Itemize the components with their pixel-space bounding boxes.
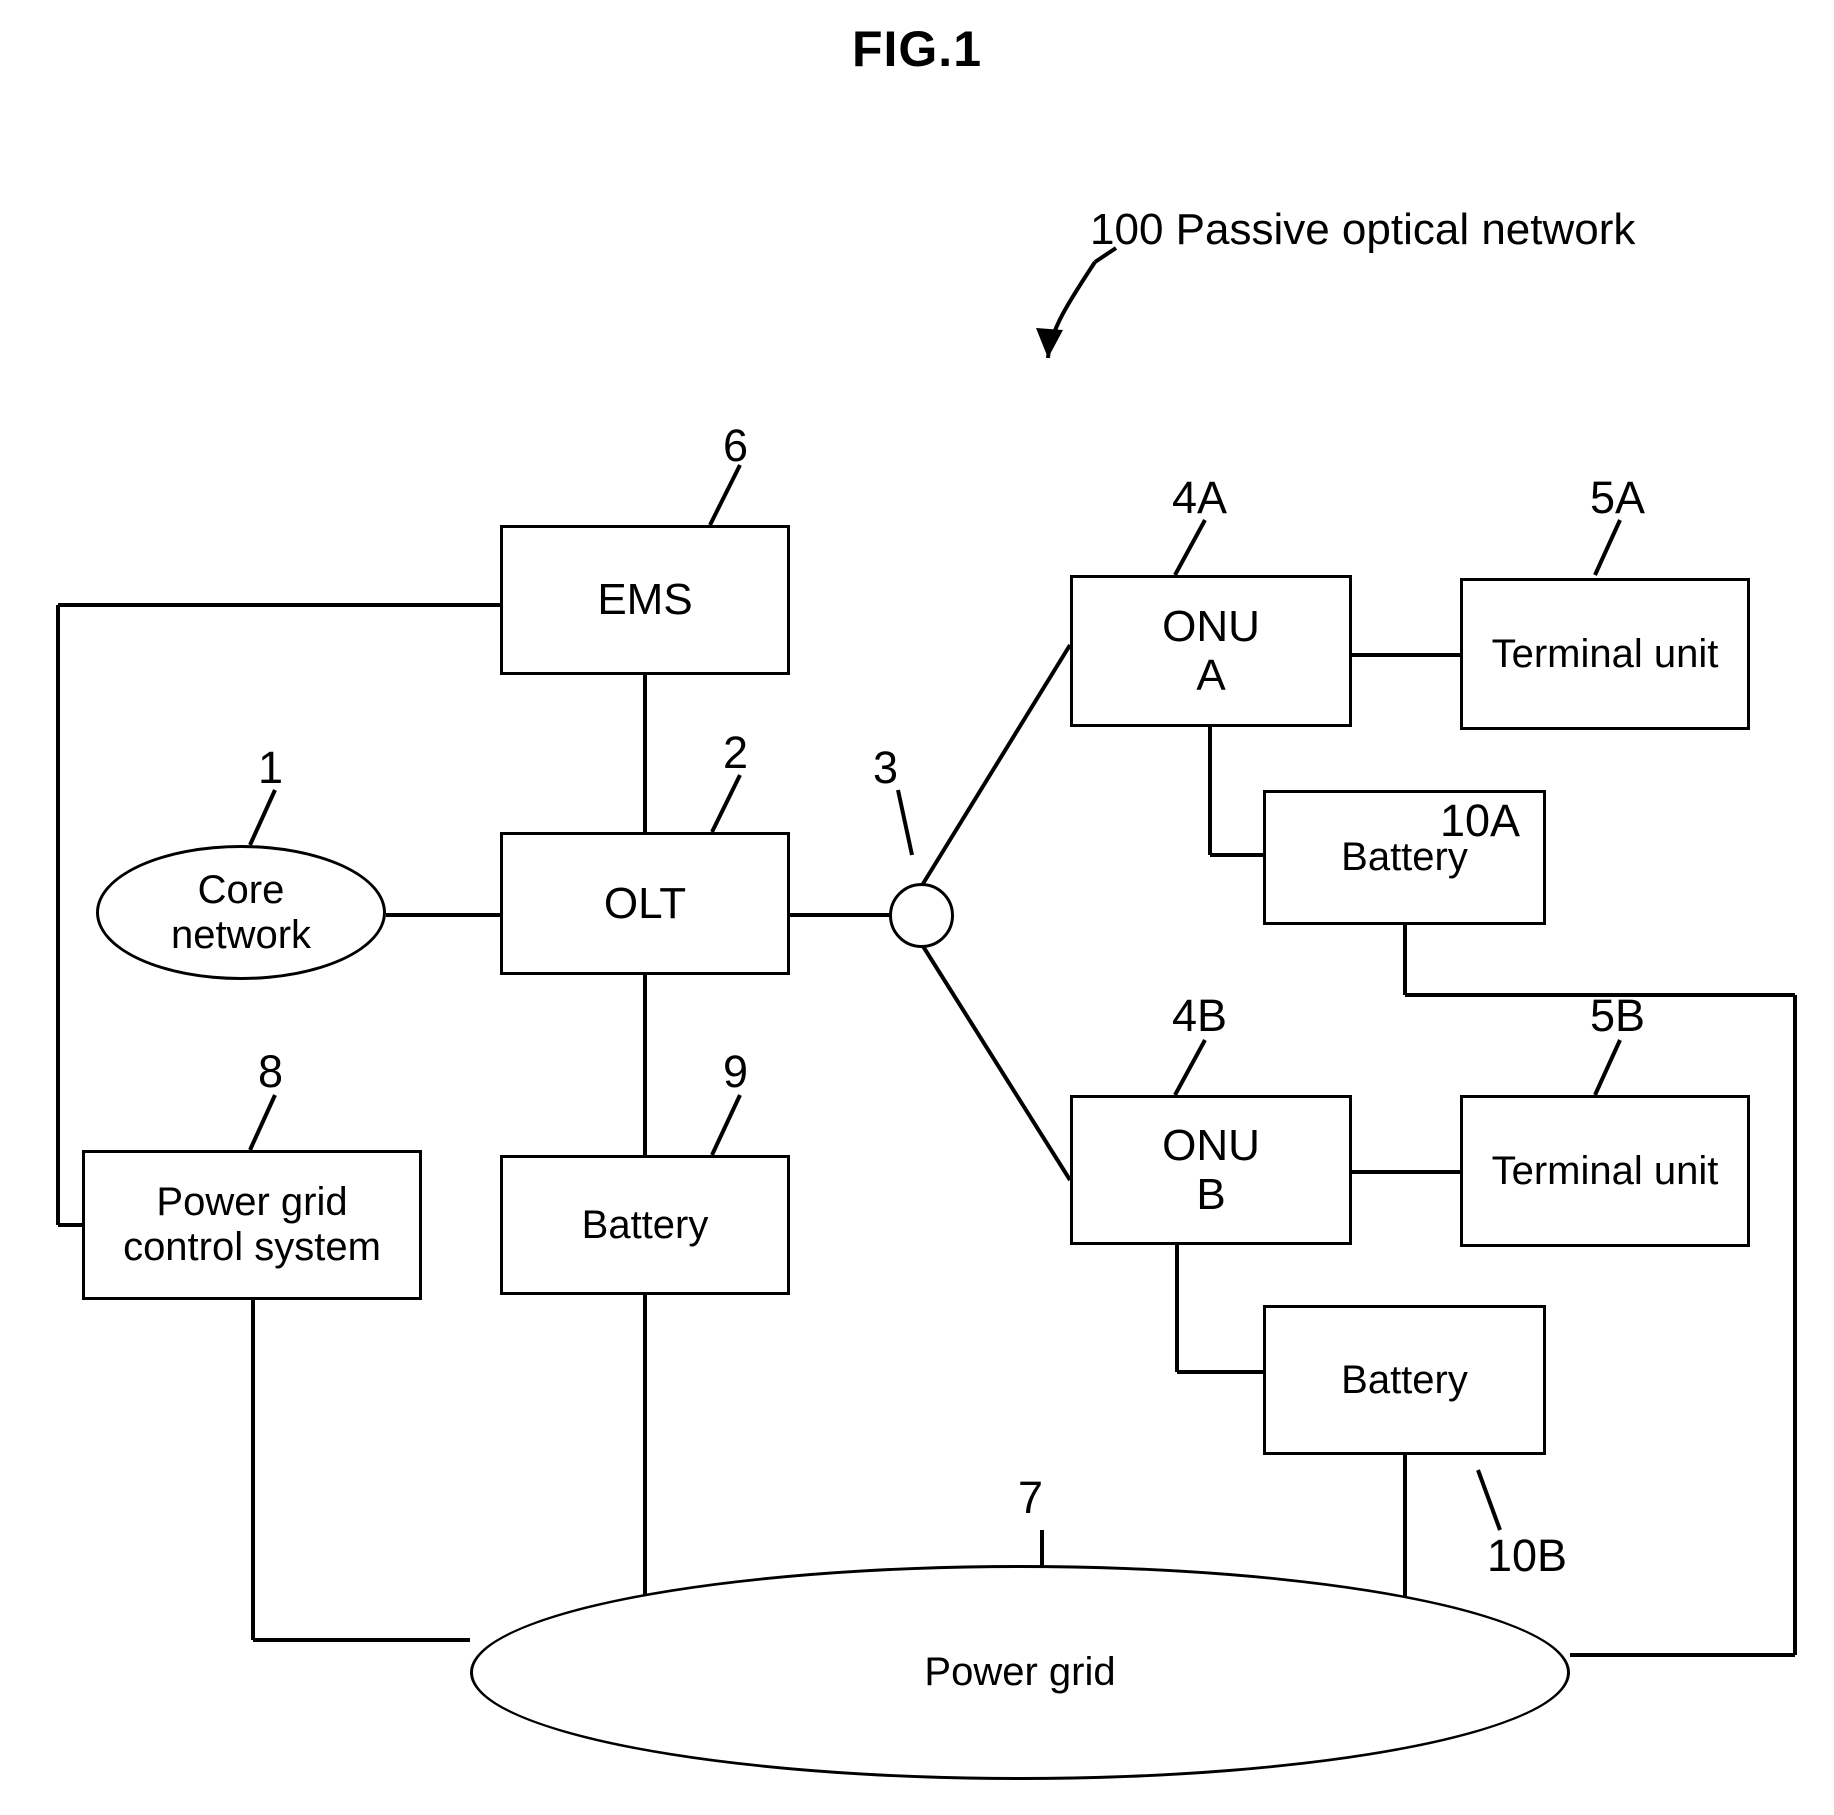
node-ems-label: EMS [597,575,693,625]
ref-battery-onu-b: 10B [1487,1530,1568,1581]
node-battery-onu-b-label: Battery [1341,1357,1468,1402]
node-battery-olt-label: Battery [581,1202,709,1247]
node-terminal-unit-a: Terminal unit [1460,578,1750,730]
node-olt: OLT [500,832,790,975]
node-core-network-label: Core network [170,867,312,957]
node-onu-b: ONU B [1070,1095,1352,1245]
node-ems: EMS [500,525,790,675]
node-battery-onu-b: Battery [1263,1305,1546,1455]
ref-ems: 6 [723,420,749,471]
node-olt-label: OLT [603,878,687,928]
node-core-network: Core network [96,845,386,980]
ref-onu-a: 4A [1172,472,1228,523]
ref-core-network: 1 [258,742,284,793]
ref-battery-olt: 9 [723,1046,749,1097]
node-battery-olt: Battery [500,1155,790,1295]
ref-terminal-unit-b: 5B [1590,990,1646,1041]
node-terminal-unit-b-label: Terminal unit [1491,1148,1719,1193]
node-power-grid: Power grid [470,1565,1570,1780]
ref-olt: 2 [723,727,749,778]
ref-power-grid-control-system: 8 [258,1046,284,1097]
node-power-grid-control-system: Power grid control system [82,1150,422,1300]
figure-canvas: FIG.1 100 Passive optical network Core n… [0,0,1834,1815]
node-onu-a: ONU A [1070,575,1352,727]
node-terminal-unit-a-label: Terminal unit [1491,631,1719,676]
node-optical-splitter [889,883,954,948]
ref-onu-b: 4B [1172,990,1228,1041]
node-onu-a-label: ONU A [1162,601,1260,700]
node-power-grid-label: Power grid [924,1650,1116,1695]
ref-terminal-unit-a: 5A [1590,472,1646,523]
node-onu-b-label: ONU B [1162,1120,1260,1219]
ref-power-grid: 7 [1018,1472,1044,1523]
node-power-grid-control-system-label: Power grid control system [123,1180,381,1269]
node-terminal-unit-b: Terminal unit [1460,1095,1750,1247]
ref-battery-onu-a: 10A [1440,795,1521,846]
ref-optical-splitter: 3 [873,742,899,793]
pon-annotation: 100 Passive optical network [1090,205,1636,254]
